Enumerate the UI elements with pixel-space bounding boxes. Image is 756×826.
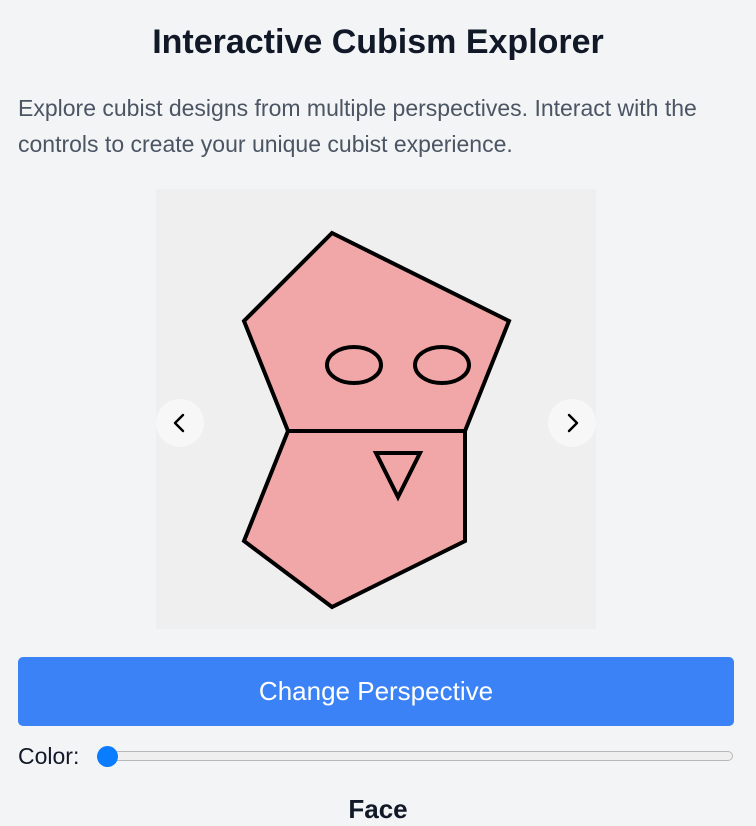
color-slider-label: Color:: [18, 743, 80, 769]
lower-face-shape: [241, 429, 467, 610]
chevron-left-icon: [173, 413, 185, 433]
previous-perspective-button[interactable]: [156, 399, 204, 447]
upper-face-shape: [241, 230, 512, 433]
chevron-right-icon: [567, 413, 579, 433]
cubist-canvas: [156, 189, 596, 629]
cubist-face-drawing: [241, 230, 512, 610]
page-title: Interactive Cubism Explorer: [152, 23, 604, 61]
change-perspective-button[interactable]: Change Perspective: [18, 657, 734, 726]
color-slider-thumb[interactable]: [97, 746, 118, 767]
next-perspective-button[interactable]: [548, 399, 596, 447]
color-slider-track[interactable]: [97, 751, 733, 761]
face-section-heading: Face: [348, 794, 408, 824]
intro-description: Explore cubist designs from multiple per…: [18, 95, 697, 157]
